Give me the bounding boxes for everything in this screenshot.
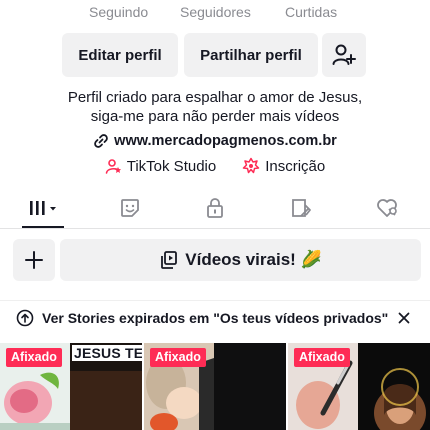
tab-private[interactable] [195, 190, 235, 226]
share-profile-button[interactable]: Partilhar perfil [184, 33, 318, 77]
edit-profile-label: Editar perfil [78, 46, 162, 64]
tab-favorites[interactable] [282, 190, 322, 226]
private-lock-icon [207, 198, 223, 218]
video-grid: JESUS TE A Afixado Afixado Afixado [0, 343, 430, 430]
expired-stories-banner[interactable]: Ver Stories expirados em "Os teus vídeos… [0, 300, 430, 334]
subscription-label: Inscrição [265, 157, 326, 175]
stories-banner-text: Ver Stories expirados em "Os teus vídeos… [42, 310, 389, 326]
reposts-icon [121, 199, 139, 217]
tab-videos[interactable] [22, 190, 64, 226]
bio-line-2: siga-me para não perder mais vídeos [90, 108, 340, 125]
profile-stats: Seguindo Seguidores Curtidas [0, 2, 430, 22]
creator-tools-row: TikTok Studio Inscrição [0, 157, 430, 175]
likes-label[interactable]: Curtidas [285, 4, 337, 20]
followers-label[interactable]: Seguidores [180, 4, 251, 20]
playlist-label: Vídeos virais! 🌽 [185, 250, 322, 269]
video-overlay-text: JESUS TE A [72, 345, 142, 361]
playlist-button[interactable]: Vídeos virais! 🌽 [60, 239, 421, 281]
edit-profile-button[interactable]: Editar perfil [62, 33, 178, 77]
profile-tabs [0, 190, 430, 230]
video-thumbnail[interactable]: JESUS TE A Afixado [0, 343, 142, 430]
upload-cloud-icon [16, 309, 34, 327]
video-thumbnail[interactable]: Afixado [144, 343, 286, 430]
tiktok-studio-icon [105, 158, 121, 174]
profile-link-url[interactable]: www.mercadopagmenos.com.br [114, 133, 337, 149]
subscription-icon [242, 157, 260, 174]
bio-line-1: Perfil criado para espalhar o amor de Je… [67, 89, 363, 106]
tab-liked[interactable] [367, 190, 407, 226]
person-add-icon [332, 44, 356, 65]
profile-bio: Perfil criado para espalhar o amor de Je… [0, 88, 430, 126]
following-label[interactable]: Seguindo [89, 4, 148, 20]
liked-icon [377, 199, 397, 217]
tiktok-studio-link[interactable]: TikTok Studio [105, 158, 216, 175]
add-collection-button[interactable] [13, 239, 55, 281]
tab-reposts[interactable] [110, 190, 150, 226]
share-profile-label: Partilhar perfil [200, 46, 302, 64]
video-thumbnail[interactable]: Afixado [288, 343, 430, 430]
tiktok-studio-label: TikTok Studio [126, 157, 217, 175]
favorites-icon [292, 199, 311, 217]
subscription-link[interactable]: Inscrição [242, 157, 325, 175]
pinned-badge: Afixado [6, 348, 62, 367]
videos-grid-icon [30, 201, 56, 215]
profile-link[interactable]: www.mercadopagmenos.com.br [0, 133, 430, 149]
link-icon [94, 134, 108, 148]
tabs-divider [0, 228, 430, 229]
close-icon[interactable] [398, 312, 410, 324]
pinned-badge: Afixado [294, 348, 350, 367]
collections-row: Vídeos virais! 🌽 [0, 239, 430, 281]
playlist-icon [161, 251, 178, 269]
add-friend-button[interactable] [322, 33, 366, 77]
pinned-badge: Afixado [150, 348, 206, 367]
plus-icon [25, 251, 43, 269]
